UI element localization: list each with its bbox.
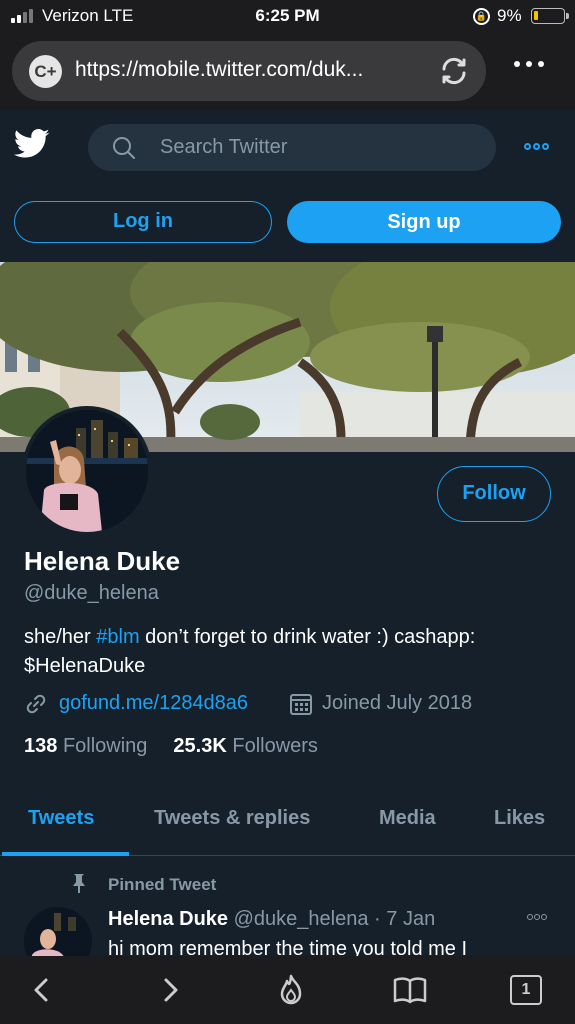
battery-percent: 9% — [497, 6, 522, 25]
profile-meta: gofund.me/1284d8a6 Joined July 2018 — [24, 690, 564, 718]
brave-icon[interactable] — [273, 972, 309, 1008]
tab-likes[interactable]: Likes — [494, 807, 545, 830]
search-icon — [113, 137, 135, 159]
followers-count: 25.3K — [173, 735, 227, 757]
profile-tabs: Tweets Tweets & replies Media Likes — [0, 790, 575, 856]
follow-counts: 138 Following 25.3K Followers — [24, 735, 318, 758]
reload-icon[interactable] — [437, 54, 471, 88]
profile-website-link[interactable]: gofund.me/1284d8a6 — [59, 692, 248, 715]
orientation-lock-icon: 🔒 — [473, 8, 490, 25]
url-text[interactable]: https://mobile.twitter.com/duk... — [75, 58, 363, 82]
more-icon[interactable] — [514, 61, 544, 67]
search-placeholder: Search Twitter — [160, 136, 288, 158]
follow-button[interactable]: Follow — [437, 466, 551, 522]
signup-button[interactable]: Sign up — [287, 201, 561, 243]
bio-hashtag-link[interactable]: #blm — [96, 626, 139, 648]
followers-label: Followers — [232, 735, 318, 757]
site-info-icon[interactable]: C+ — [29, 55, 62, 88]
forward-icon[interactable] — [152, 972, 188, 1008]
following-label: Following — [62, 735, 148, 757]
tweet-separator: · — [374, 908, 381, 930]
browser-toolbar: 1 — [0, 956, 575, 1024]
twitter-header: Search Twitter Log in Sign up — [0, 110, 575, 262]
browser-address-bar: C+ https://mobile.twitter.com/duk... — [0, 34, 575, 110]
tweet-header: Helena Duke @duke_helena · 7 Jan — [108, 908, 435, 931]
avatar-photo — [26, 410, 148, 532]
following-count: 138 — [24, 735, 58, 757]
pin-icon — [73, 874, 85, 893]
active-tab-indicator — [2, 852, 129, 856]
status-bar: Verizon LTE 6:25 PM 🔒 9% — [0, 0, 575, 34]
tab-tweets-replies[interactable]: Tweets & replies — [154, 807, 310, 830]
followers-link[interactable]: 25.3K Followers — [173, 735, 318, 757]
link-icon — [26, 694, 46, 714]
calendar-icon — [290, 694, 312, 715]
tweet-more-icon[interactable] — [527, 914, 547, 920]
tabs-icon[interactable]: 1 — [510, 975, 542, 1005]
profile-handle: @duke_helena — [24, 582, 159, 604]
tab-media[interactable]: Media — [379, 807, 436, 830]
login-button[interactable]: Log in — [14, 201, 272, 243]
bio-text-prefix: she/her — [24, 626, 97, 648]
tweet-author-name[interactable]: Helena Duke — [108, 908, 228, 930]
twitter-bird-icon[interactable] — [14, 128, 50, 160]
profile-avatar[interactable] — [22, 406, 152, 536]
more-options-icon[interactable] — [524, 143, 549, 150]
joined-date: Joined July 2018 — [322, 692, 473, 714]
search-input[interactable]: Search Twitter — [88, 124, 496, 171]
following-link[interactable]: 138 Following — [24, 735, 147, 757]
bookmarks-icon[interactable] — [392, 972, 428, 1008]
tweet-text[interactable]: hi mom remember the time you told me I — [108, 938, 467, 956]
profile-bio: she/her #blm don’t forget to drink water… — [24, 623, 554, 681]
pinned-label: Pinned Tweet — [108, 875, 217, 894]
tab-tweets[interactable]: Tweets — [28, 807, 94, 830]
battery-icon — [531, 8, 569, 24]
url-field[interactable]: C+ https://mobile.twitter.com/duk... — [12, 41, 486, 101]
back-icon[interactable] — [24, 972, 60, 1008]
profile-name: Helena Duke — [24, 546, 181, 576]
tweet-author-handle: @duke_helena — [233, 908, 369, 930]
tweet-date[interactable]: 7 Jan — [386, 908, 435, 930]
